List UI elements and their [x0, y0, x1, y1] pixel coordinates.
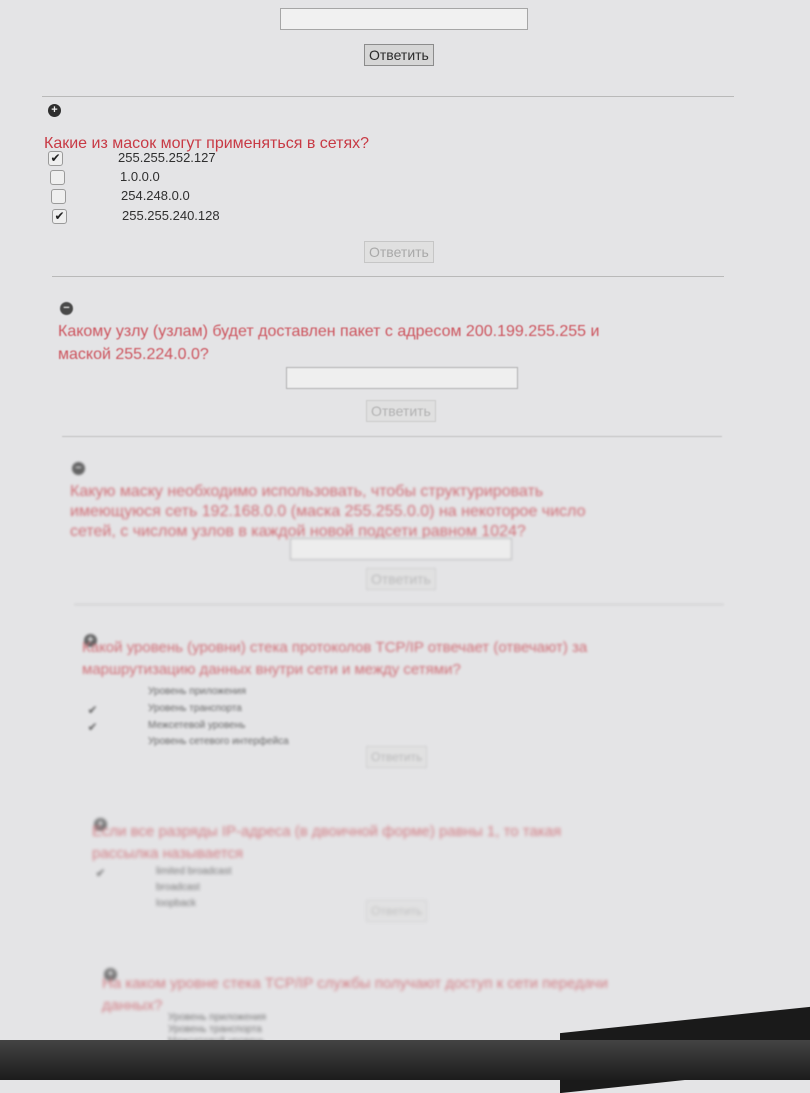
answer-input-top[interactable]: [280, 8, 528, 30]
option-label: Уровень приложения: [148, 686, 247, 697]
question-title-line: маской 255.224.0.0?: [58, 346, 209, 363]
option-row[interactable]: Уровень сетевого интерфейса: [86, 736, 386, 755]
option-label: loopback: [156, 898, 197, 909]
checkbox[interactable]: [86, 737, 99, 750]
divider: [42, 96, 734, 97]
checkbox[interactable]: ✔: [52, 209, 67, 224]
question-title-line: маршрутизацию данных внутри сети и между…: [82, 661, 461, 678]
option-row[interactable]: 254.248.0.0: [51, 188, 351, 207]
option-label: 254.248.0.0: [121, 188, 190, 203]
collapse-icon[interactable]: −: [60, 302, 73, 315]
question-title-line: Какому узлу (узлам) будет доставлен паке…: [58, 323, 600, 340]
submit-button[interactable]: Ответить: [366, 400, 436, 422]
question-title-line: Какой уровень (уровни) стека протоколов …: [82, 639, 588, 656]
question-title-line: На каком уровне стека TCP/IP службы полу…: [102, 975, 608, 992]
submit-button[interactable]: Ответить: [366, 746, 428, 768]
option-row[interactable]: 1.0.0.0: [50, 169, 350, 188]
checkbox[interactable]: ✔: [86, 721, 99, 734]
monitor-bezel: [0, 1040, 810, 1080]
checkbox[interactable]: [86, 687, 99, 700]
option-label: Уровень транспорта: [168, 1024, 262, 1035]
option-label: 1.0.0.0: [120, 169, 160, 184]
quiz-page: Ответить + Какие из масок могут применят…: [0, 0, 810, 1093]
question-title-line: Какую маску необходимо использовать, что…: [70, 483, 544, 500]
divider: [52, 276, 724, 277]
option-row[interactable]: loopback: [94, 898, 394, 917]
divider: [62, 436, 722, 437]
checkbox[interactable]: [51, 189, 66, 204]
option-label: 255.255.240.128: [122, 208, 220, 223]
checkbox[interactable]: ✔: [48, 151, 63, 166]
submit-button-top[interactable]: Ответить: [364, 44, 434, 66]
checkbox[interactable]: ✔: [94, 867, 107, 880]
question-title-line: рассылка называется: [92, 845, 244, 862]
collapse-icon[interactable]: −: [72, 462, 85, 475]
option-label: broadcast: [156, 882, 200, 893]
option-row[interactable]: ✔ 255.255.240.128: [52, 208, 352, 227]
option-row[interactable]: ✔ 255.255.252.127: [48, 150, 348, 169]
divider: [74, 604, 724, 605]
expand-icon[interactable]: +: [48, 104, 61, 117]
submit-button[interactable]: Ответить: [364, 241, 434, 263]
checkbox[interactable]: [50, 170, 65, 185]
submit-button[interactable]: Ответить: [366, 568, 436, 590]
option-label: Уровень приложения: [168, 1012, 267, 1023]
option-label: Уровень сетевого интерфейса: [148, 736, 289, 747]
checkbox[interactable]: [94, 899, 107, 912]
answer-input[interactable]: [286, 367, 518, 389]
checkbox[interactable]: ✔: [86, 704, 99, 717]
question-title-line: имеющуюся сеть 192.168.0.0 (маска 255.25…: [70, 503, 586, 520]
submit-button[interactable]: Ответить: [366, 900, 428, 922]
option-label: limited broadcast: [156, 866, 232, 877]
option-label: 255.255.252.127: [118, 150, 216, 165]
option-label: Уровень транспорта: [148, 703, 242, 714]
option-label: Межсетевой уровень: [148, 720, 246, 731]
checkbox[interactable]: [94, 883, 107, 896]
answer-input[interactable]: [290, 538, 512, 560]
question-title-line: Если все разряды IP-адреса (в двоичной ф…: [92, 823, 562, 840]
